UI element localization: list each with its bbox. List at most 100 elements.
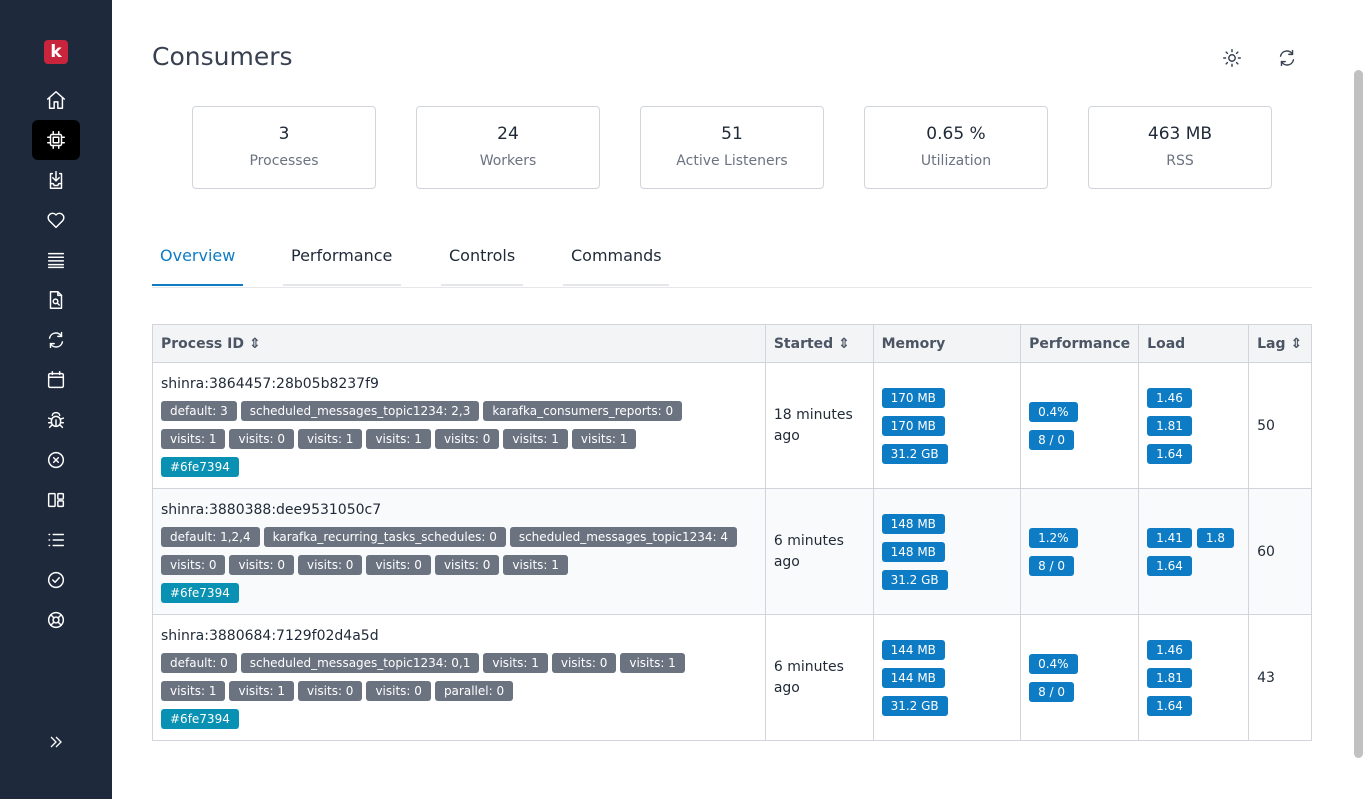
sidebar-item-recurring[interactable] [32,320,80,360]
sidebar-item-explorer[interactable] [32,280,80,320]
performance-cell: 0.4% 8 / 0 [1020,362,1140,489]
stat-label: RSS [1166,153,1194,169]
started-value: 6 minutes ago [774,531,865,573]
performance-badge: 1.2% [1029,527,1078,548]
sidebar-item-scheduled[interactable] [32,360,80,400]
load-badge: 1.64 [1147,555,1192,576]
subscription-badge: parallel: 0 [434,681,514,701]
subscription-badge: visits: 1 [483,653,548,673]
sidebar-item-consumers[interactable] [32,120,80,160]
circle-x-icon [47,451,65,469]
stat-card-workers: 24 Workers [416,106,600,189]
subscription-badge: scheduled_messages_topic1234: 4 [509,527,738,547]
stat-label: Processes [249,153,319,169]
sidebar-item-health[interactable] [32,200,80,240]
sidebar-item-home[interactable] [32,80,80,120]
column-header-started[interactable]: Started ⇕ [764,324,874,363]
tag-badge: #6fe7394 [161,583,239,603]
tab-performance[interactable]: Performance [291,246,392,287]
subscription-badge: visits: 1 [571,429,637,449]
subscription-badge: visits: 0 [161,555,226,575]
performance-badge: 0.4% [1029,401,1078,422]
sidebar-item-status[interactable] [32,560,80,600]
load-badge: 1.8 [1196,527,1234,548]
sidebar-item-dashboard[interactable] [32,480,80,520]
memory-badge: 144 MB [881,639,945,660]
memory-stack: 144 MB 144 MB 31.2 GB [881,639,1013,716]
load-stack: 1.46 1.81 1.64 [1147,387,1240,464]
sidebar-expand-button[interactable] [32,722,80,762]
column-header-load: Load [1138,324,1250,363]
sidebar-item-dead[interactable] [32,440,80,480]
tag-badge: #6fe7394 [161,709,239,729]
tab-commands[interactable]: Commands [571,246,662,287]
calendar-icon [47,371,65,389]
subscription-badge: karafka_recurring_tasks_schedules: 0 [263,527,506,547]
started-value: 18 minutes ago [774,405,865,447]
load-badge: 1.46 [1147,387,1192,408]
sidebar-item-errors[interactable] [32,400,80,440]
memory-badge: 31.2 GB [881,695,948,716]
sidebar-item-list[interactable] [32,520,80,560]
lifebuoy-icon [47,611,65,629]
lag-cell: 60 [1248,488,1312,615]
process-cell: shinra:3864457:28b05b8237f9 default: 3 sch… [152,362,766,489]
subscription-badge: visits: 0 [229,429,294,449]
column-header-process-id[interactable]: Process ID ⇕ [152,324,766,363]
page-scrollbar[interactable] [1354,70,1363,758]
tag-badge: #6fe7394 [161,457,239,477]
cpu-icon [47,131,65,149]
stat-card-active-listeners: 51 Active Listeners [640,106,824,189]
bug-icon [47,411,65,429]
subscription-badge: visits: 0 [297,681,363,701]
tab-overview[interactable]: Overview [160,246,235,287]
column-header-performance: Performance [1020,324,1140,363]
memory-badge: 170 MB [881,387,945,408]
badge-row: #6fe7394 [161,583,757,603]
refresh-icon [1279,49,1295,67]
karafka-logo[interactable]: k [44,40,68,64]
memory-cell: 148 MB 148 MB 31.2 GB [872,488,1022,615]
memory-badge: 148 MB [881,513,945,534]
badge-row: default: 0 scheduled_messages_topic1234: … [161,653,757,673]
subscription-badge: scheduled_messages_topic1234: 2,3 [240,401,480,421]
stat-value: 24 [497,124,519,144]
subscription-badge: visits: 0 [434,429,500,449]
sidebar-item-support[interactable] [32,600,80,640]
table-row: shinra:3880684:7129f02d4a5d default: 0 sch… [152,614,1312,741]
stat-value: 3 [278,124,290,144]
chevrons-right-icon [50,736,62,748]
column-header-lag[interactable]: Lag ⇕ [1248,324,1312,363]
performance-cell: 0.4% 8 / 0 [1020,614,1140,741]
load-row: 1.64 [1147,443,1192,464]
sidebar-item-topics[interactable] [32,240,80,280]
tab-controls[interactable]: Controls [449,246,515,287]
performance-badge: 0.4% [1029,653,1078,674]
load-badge: 1.41 [1147,527,1192,548]
started-line: ago [773,679,800,696]
tab-performance-underline [283,284,401,286]
performance-stack: 0.4% 8 / 0 [1029,653,1130,702]
refresh-button[interactable] [1273,44,1301,72]
sidebar-item-jobs[interactable] [32,160,80,200]
stat-card-processes: 3 Processes [192,106,376,189]
theme-toggle-button[interactable] [1218,44,1246,72]
load-cell: 1.41 1.8 1.64 [1138,488,1250,615]
performance-badge: 8 / 0 [1029,429,1075,450]
process-cell: shinra:3880684:7129f02d4a5d default: 0 sch… [152,614,766,741]
started-line: ago [773,427,800,444]
memory-badge: 144 MB [881,667,945,688]
layout-icon [47,492,65,508]
stat-value: 0.65 % [926,124,986,144]
stat-card-rss: 463 MB RSS [1088,106,1272,189]
load-stack: 1.41 1.8 1.64 [1147,527,1240,576]
tab-overview-underline [152,284,243,286]
badge-row: default: 3 scheduled_messages_topic1234: … [161,401,757,421]
badge-row: #6fe7394 [161,709,757,729]
performance-cell: 1.2% 8 / 0 [1020,488,1140,615]
memory-stack: 170 MB 170 MB 31.2 GB [881,387,1013,464]
load-badge: 1.46 [1147,639,1192,660]
process-id: shinra:3880388:dee9531050c7 [161,502,382,518]
table-row: shinra:3864457:28b05b8237f9 default: 3 sch… [152,362,1312,489]
load-cell: 1.46 1.81 1.64 [1138,362,1250,489]
